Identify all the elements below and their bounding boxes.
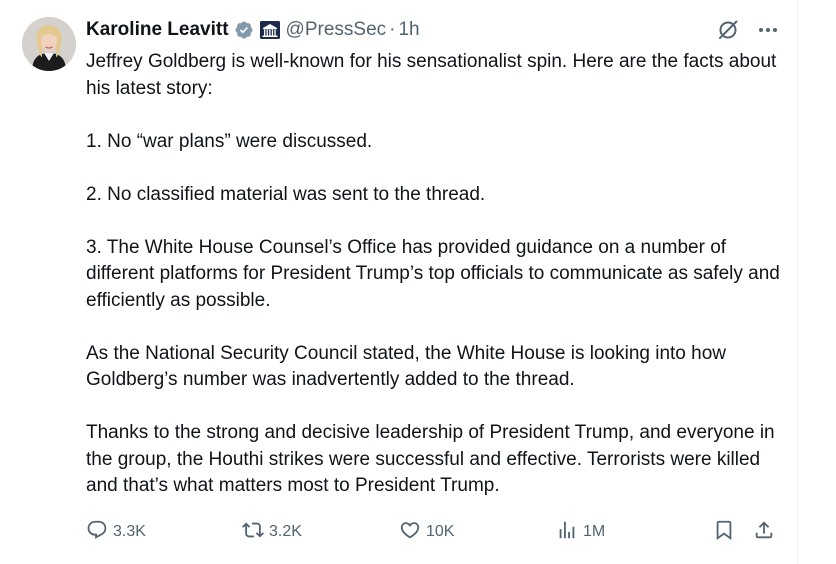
- bookmark-button[interactable]: [713, 518, 735, 546]
- tweet-paragraph: Jeffrey Goldberg is well-known for his s…: [86, 51, 777, 99]
- repost-count: 3.2K: [269, 523, 302, 540]
- share-icon: [753, 519, 775, 546]
- tweet-paragraph: As the National Security Council stated,…: [86, 342, 726, 391]
- column-divider: [797, 0, 798, 564]
- tweet-timestamp[interactable]: 1h: [398, 19, 419, 41]
- reply-icon: [86, 519, 108, 546]
- verified-gray-check-icon[interactable]: [234, 20, 254, 40]
- share-button[interactable]: [753, 518, 775, 546]
- white-house-icon[interactable]: [259, 21, 280, 39]
- views-icon: [556, 519, 578, 546]
- more-icon[interactable]: [756, 18, 780, 42]
- tweet-top-actions: [716, 18, 780, 42]
- repost-icon: [242, 519, 264, 546]
- tweet-header: Karoline Leavitt @PressSec · 1h: [86, 17, 420, 43]
- author-display-name[interactable]: Karoline Leavitt: [86, 19, 229, 41]
- like-count: 10K: [426, 523, 455, 540]
- tweet[interactable]: Karoline Leavitt @PressSec · 1h Jeffrey …: [0, 0, 797, 564]
- bookmark-icon: [713, 519, 735, 546]
- tweet-text: Jeffrey Goldberg is well-known for his s…: [86, 49, 786, 500]
- author-handle[interactable]: @PressSec: [286, 19, 387, 41]
- tweet-paragraph: 3. The White House Counsel’s Office has …: [86, 236, 780, 311]
- avatar[interactable]: [22, 17, 76, 71]
- repost-button[interactable]: 3.2K: [242, 518, 302, 546]
- header-separator: ·: [389, 19, 396, 40]
- tweet-paragraph: 2. No classified material was sent to th…: [86, 183, 486, 205]
- tweet-paragraph: Thanks to the strong and decisive leader…: [86, 422, 775, 496]
- views-count: 1M: [583, 523, 606, 540]
- reply-count: 3.3K: [113, 523, 146, 540]
- tweet-paragraph: 1. No “war plans” were discussed.: [86, 130, 373, 152]
- grok-icon[interactable]: [716, 18, 740, 42]
- like-button[interactable]: 10K: [399, 518, 454, 546]
- reply-button[interactable]: 3.3K: [86, 518, 146, 546]
- like-icon: [399, 519, 421, 546]
- tweet-action-bar: 3.3K 3.2K 10K 1M: [86, 518, 786, 546]
- views-button[interactable]: 1M: [556, 518, 605, 546]
